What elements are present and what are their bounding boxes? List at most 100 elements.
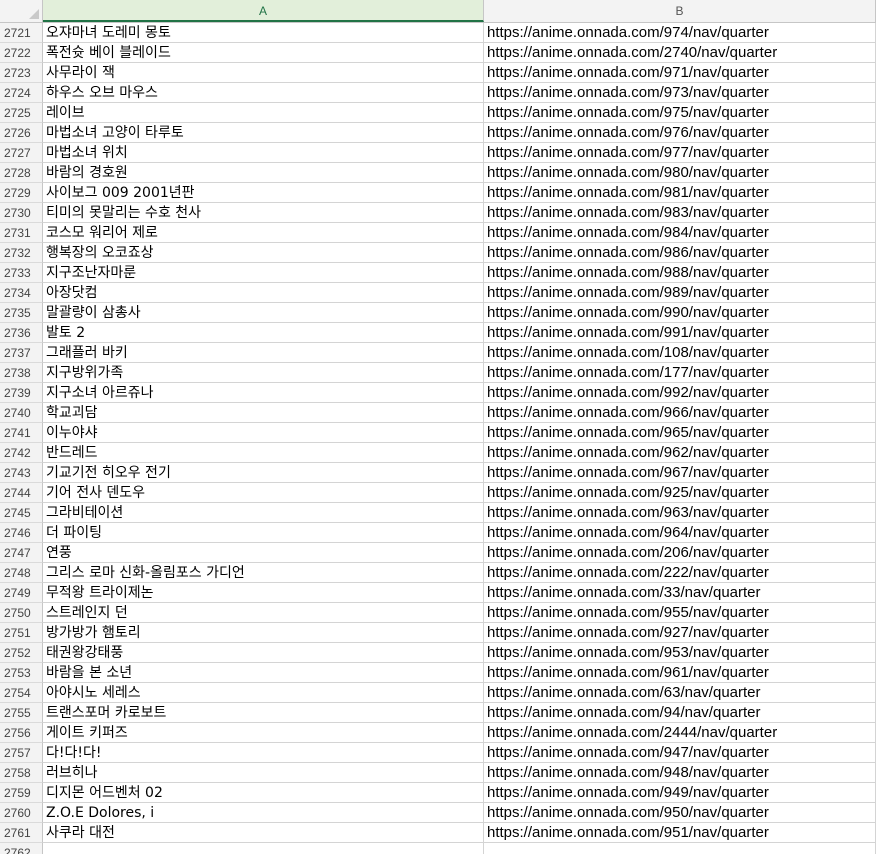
cell-b[interactable]: https://anime.onnada.com/990/nav/quarter bbox=[484, 303, 876, 323]
cell-a[interactable]: 바람을 본 소년 bbox=[43, 663, 484, 683]
row-header[interactable]: 2740 bbox=[0, 403, 43, 423]
row-header[interactable]: 2730 bbox=[0, 203, 43, 223]
row-header[interactable]: 2724 bbox=[0, 83, 43, 103]
cell-a[interactable]: 지구조난자마룬 bbox=[43, 263, 484, 283]
cell-a[interactable]: 폭전슛 베이 블레이드 bbox=[43, 43, 484, 63]
cell-b[interactable]: https://anime.onnada.com/108/nav/quarter bbox=[484, 343, 876, 363]
row-header[interactable]: 2757 bbox=[0, 743, 43, 763]
cell-b[interactable]: https://anime.onnada.com/983/nav/quarter bbox=[484, 203, 876, 223]
row-header[interactable]: 2738 bbox=[0, 363, 43, 383]
cell-a[interactable]: 코스모 워리어 제로 bbox=[43, 223, 484, 243]
cell-a[interactable]: 하우스 오브 마우스 bbox=[43, 83, 484, 103]
cell-a[interactable]: 마법소녀 고양이 타루토 bbox=[43, 123, 484, 143]
row-header[interactable]: 2755 bbox=[0, 703, 43, 723]
cell-b[interactable] bbox=[484, 843, 876, 854]
cell-b[interactable]: https://anime.onnada.com/33/nav/quarter bbox=[484, 583, 876, 603]
row-header[interactable]: 2741 bbox=[0, 423, 43, 443]
cell-b[interactable]: https://anime.onnada.com/966/nav/quarter bbox=[484, 403, 876, 423]
row-header[interactable]: 2758 bbox=[0, 763, 43, 783]
cell-b[interactable]: https://anime.onnada.com/951/nav/quarter bbox=[484, 823, 876, 843]
row-header[interactable]: 2746 bbox=[0, 523, 43, 543]
cell-b[interactable]: https://anime.onnada.com/964/nav/quarter bbox=[484, 523, 876, 543]
row-header[interactable]: 2725 bbox=[0, 103, 43, 123]
row-header[interactable]: 2721 bbox=[0, 23, 43, 43]
row-header[interactable]: 2722 bbox=[0, 43, 43, 63]
row-header[interactable]: 2748 bbox=[0, 563, 43, 583]
cell-a[interactable]: 행복장의 오코죠상 bbox=[43, 243, 484, 263]
row-header[interactable]: 2743 bbox=[0, 463, 43, 483]
cell-b[interactable]: https://anime.onnada.com/991/nav/quarter bbox=[484, 323, 876, 343]
select-all-corner[interactable] bbox=[0, 0, 43, 22]
cell-b[interactable]: https://anime.onnada.com/962/nav/quarter bbox=[484, 443, 876, 463]
cell-b[interactable]: https://anime.onnada.com/976/nav/quarter bbox=[484, 123, 876, 143]
row-header[interactable]: 2736 bbox=[0, 323, 43, 343]
cell-b[interactable]: https://anime.onnada.com/63/nav/quarter bbox=[484, 683, 876, 703]
cell-b[interactable]: https://anime.onnada.com/973/nav/quarter bbox=[484, 83, 876, 103]
row-header[interactable]: 2759 bbox=[0, 783, 43, 803]
cell-b[interactable]: https://anime.onnada.com/980/nav/quarter bbox=[484, 163, 876, 183]
cell-a[interactable]: 기어 전사 덴도우 bbox=[43, 483, 484, 503]
row-header[interactable]: 2723 bbox=[0, 63, 43, 83]
row-header[interactable]: 2752 bbox=[0, 643, 43, 663]
cell-a[interactable]: 방가방가 햄토리 bbox=[43, 623, 484, 643]
cell-a[interactable] bbox=[43, 843, 484, 854]
column-header-b[interactable]: B bbox=[484, 0, 876, 22]
cell-a[interactable]: 게이트 키퍼즈 bbox=[43, 723, 484, 743]
row-header[interactable]: 2739 bbox=[0, 383, 43, 403]
cell-a[interactable]: 이누야샤 bbox=[43, 423, 484, 443]
cell-a[interactable]: 마법소녀 위치 bbox=[43, 143, 484, 163]
cell-b[interactable]: https://anime.onnada.com/971/nav/quarter bbox=[484, 63, 876, 83]
cell-a[interactable]: 연풍 bbox=[43, 543, 484, 563]
cell-b[interactable]: https://anime.onnada.com/950/nav/quarter bbox=[484, 803, 876, 823]
cell-a[interactable]: 반드레드 bbox=[43, 443, 484, 463]
row-header[interactable]: 2728 bbox=[0, 163, 43, 183]
cell-b[interactable]: https://anime.onnada.com/986/nav/quarter bbox=[484, 243, 876, 263]
cell-a[interactable]: 그래플러 바키 bbox=[43, 343, 484, 363]
row-header[interactable]: 2731 bbox=[0, 223, 43, 243]
row-header[interactable]: 2733 bbox=[0, 263, 43, 283]
row-header[interactable]: 2754 bbox=[0, 683, 43, 703]
cell-a[interactable]: 러브히나 bbox=[43, 763, 484, 783]
row-header[interactable]: 2750 bbox=[0, 603, 43, 623]
row-header[interactable]: 2753 bbox=[0, 663, 43, 683]
cell-b[interactable]: https://anime.onnada.com/955/nav/quarter bbox=[484, 603, 876, 623]
cell-b[interactable]: https://anime.onnada.com/177/nav/quarter bbox=[484, 363, 876, 383]
cell-a[interactable]: Z.O.E Dolores, i bbox=[43, 803, 484, 823]
row-header[interactable]: 2726 bbox=[0, 123, 43, 143]
cell-a[interactable]: 태권왕강태풍 bbox=[43, 643, 484, 663]
row-header[interactable]: 2732 bbox=[0, 243, 43, 263]
row-header[interactable]: 2760 bbox=[0, 803, 43, 823]
row-header[interactable]: 2761 bbox=[0, 823, 43, 843]
cell-b[interactable]: https://anime.onnada.com/974/nav/quarter bbox=[484, 23, 876, 43]
cell-b[interactable]: https://anime.onnada.com/961/nav/quarter bbox=[484, 663, 876, 683]
row-header[interactable]: 2735 bbox=[0, 303, 43, 323]
row-header[interactable]: 2745 bbox=[0, 503, 43, 523]
cell-a[interactable]: 아장닷컴 bbox=[43, 283, 484, 303]
cell-a[interactable]: 무적왕 트라이제논 bbox=[43, 583, 484, 603]
cell-b[interactable]: https://anime.onnada.com/965/nav/quarter bbox=[484, 423, 876, 443]
cell-a[interactable]: 트랜스포머 카로보트 bbox=[43, 703, 484, 723]
cell-b[interactable]: https://anime.onnada.com/988/nav/quarter bbox=[484, 263, 876, 283]
cell-b[interactable]: https://anime.onnada.com/925/nav/quarter bbox=[484, 483, 876, 503]
cell-b[interactable]: https://anime.onnada.com/967/nav/quarter bbox=[484, 463, 876, 483]
cell-a[interactable]: 사이보그 009 2001년판 bbox=[43, 183, 484, 203]
cell-a[interactable]: 바람의 경호원 bbox=[43, 163, 484, 183]
cell-b[interactable]: https://anime.onnada.com/948/nav/quarter bbox=[484, 763, 876, 783]
cell-a[interactable]: 사쿠라 대전 bbox=[43, 823, 484, 843]
row-header[interactable]: 2749 bbox=[0, 583, 43, 603]
cell-b[interactable]: https://anime.onnada.com/963/nav/quarter bbox=[484, 503, 876, 523]
cell-a[interactable]: 말괄량이 삼총사 bbox=[43, 303, 484, 323]
cell-a[interactable]: 기교기전 히오우 전기 bbox=[43, 463, 484, 483]
cell-b[interactable]: https://anime.onnada.com/953/nav/quarter bbox=[484, 643, 876, 663]
cell-a[interactable]: 디지몬 어드벤처 02 bbox=[43, 783, 484, 803]
cell-a[interactable]: 스트레인지 던 bbox=[43, 603, 484, 623]
row-header[interactable]: 2742 bbox=[0, 443, 43, 463]
cell-b[interactable]: https://anime.onnada.com/975/nav/quarter bbox=[484, 103, 876, 123]
cell-b[interactable]: https://anime.onnada.com/977/nav/quarter bbox=[484, 143, 876, 163]
cell-a[interactable]: 아야시노 세레스 bbox=[43, 683, 484, 703]
row-header[interactable]: 2756 bbox=[0, 723, 43, 743]
row-header[interactable]: 2744 bbox=[0, 483, 43, 503]
row-header[interactable]: 2747 bbox=[0, 543, 43, 563]
cell-b[interactable]: https://anime.onnada.com/992/nav/quarter bbox=[484, 383, 876, 403]
row-header[interactable]: 2762 bbox=[0, 843, 43, 854]
